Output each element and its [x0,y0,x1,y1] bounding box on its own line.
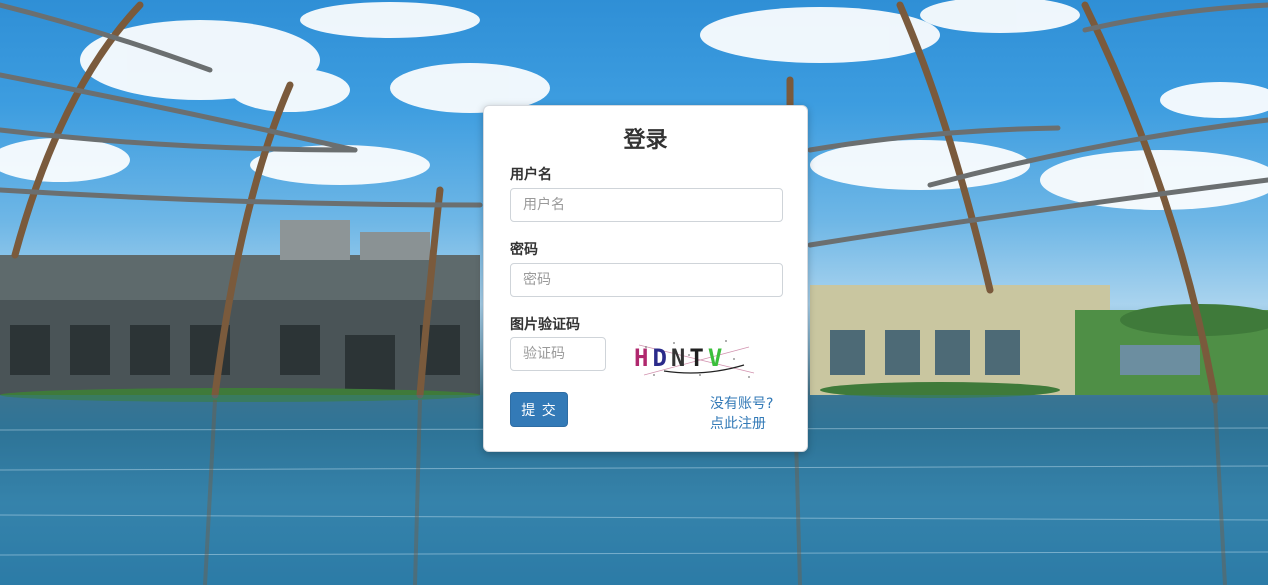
captcha-char: V [708,344,726,372]
captcha-char: N [671,344,689,372]
captcha-label: 图片验证码 [510,317,580,333]
svg-text:HDNTV: HDNTV [634,344,726,372]
captcha-char: D [652,344,670,372]
register-link[interactable]: 没有账号? 点此注册 [710,394,773,434]
captcha-image[interactable]: HDNTV [634,335,760,381]
login-title: 登录 [623,128,668,153]
captcha-input[interactable] [510,337,606,371]
password-input[interactable] [510,263,783,297]
username-label: 用户名 [510,167,552,183]
captcha-char: T [689,344,707,372]
submit-button[interactable]: 提 交 [510,392,568,427]
register-link-line2: 点此注册 [710,416,766,432]
login-card: 登录 用户名 密码 图片验证码 HDNTV 提 交 [483,105,808,452]
password-label: 密码 [510,242,538,258]
register-link-line1: 没有账号? [710,396,774,412]
username-input[interactable] [510,188,783,222]
captcha-char: H [634,344,652,372]
background-scene: 登录 用户名 密码 图片验证码 HDNTV 提 交 [0,0,1268,585]
